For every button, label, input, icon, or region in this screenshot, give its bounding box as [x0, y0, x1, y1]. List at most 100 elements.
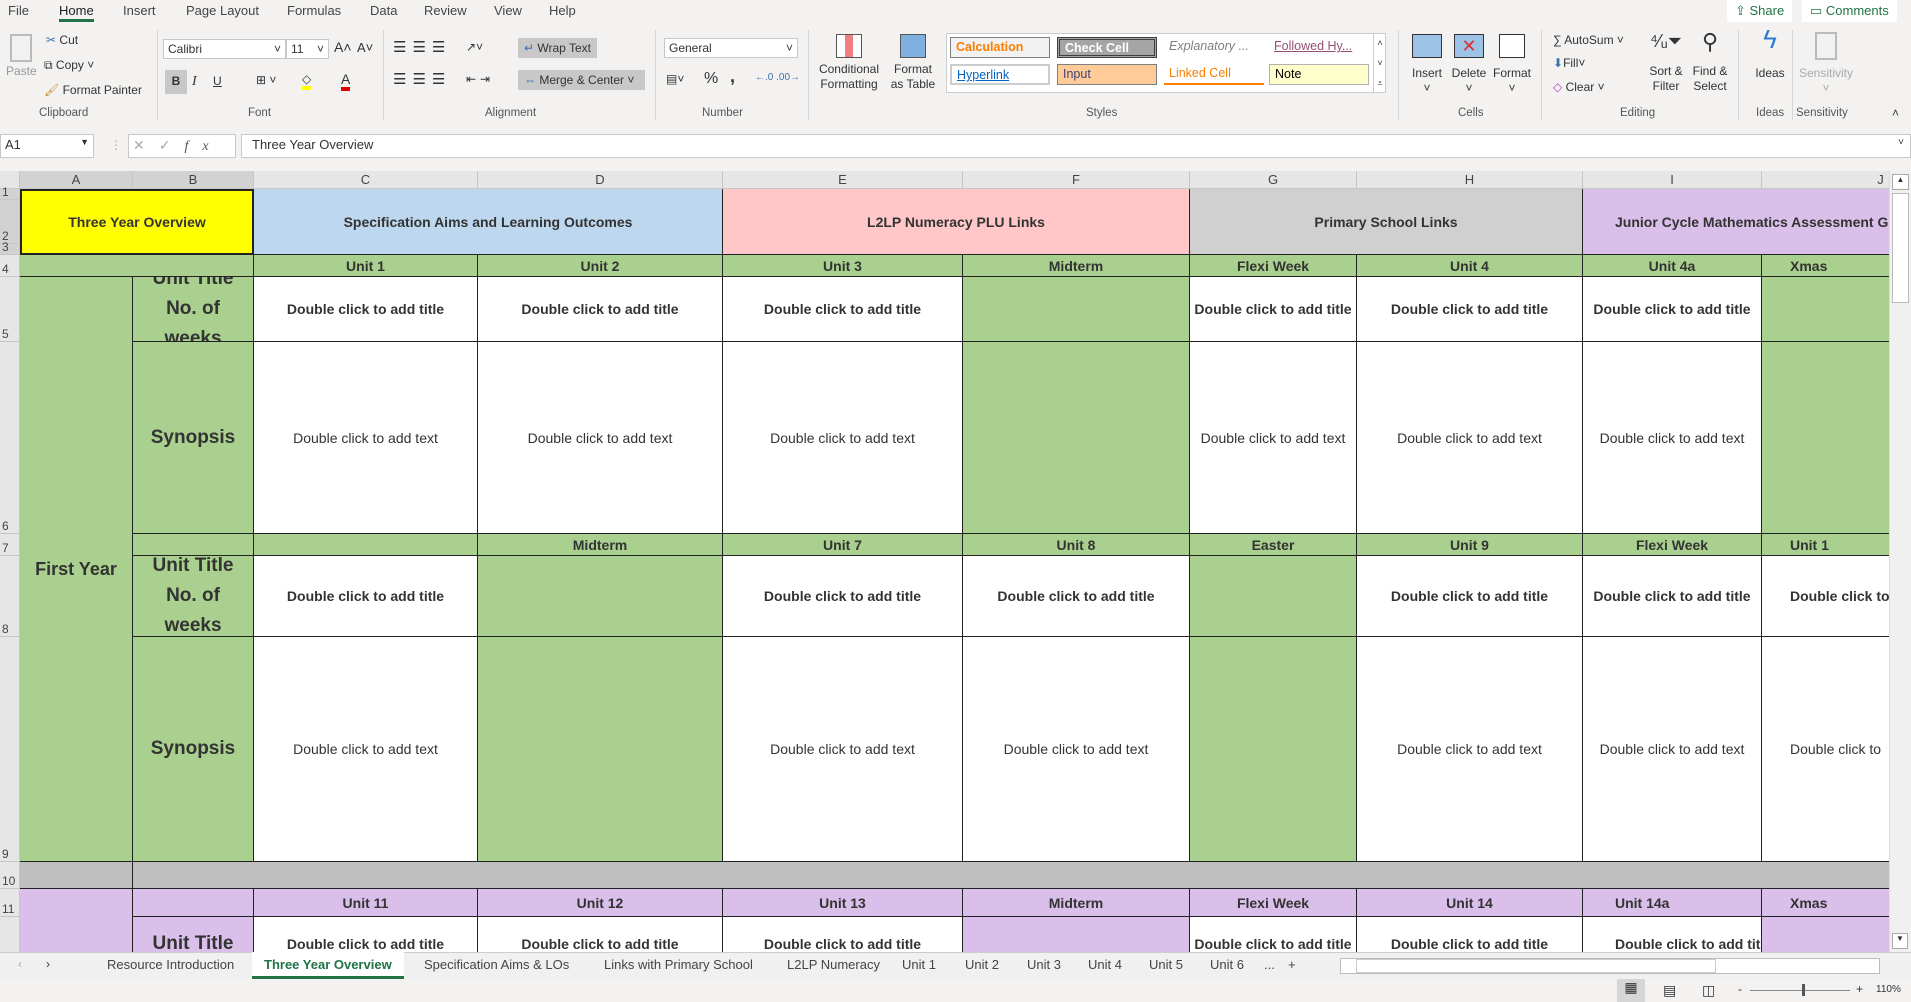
orientation-icon[interactable]: ↗˅ [466, 40, 483, 54]
cell-G5[interactable]: Double click to add title [1190, 277, 1357, 342]
cell-E9[interactable]: Double click to add text [723, 637, 963, 862]
cell-G8[interactable] [1190, 556, 1357, 637]
share-button[interactable]: ⇪ Share [1727, 0, 1793, 22]
cell-G12[interactable]: Double click to add title [1190, 917, 1357, 952]
cell-C7[interactable] [254, 534, 478, 556]
sheet-tab[interactable]: Unit 4 [1088, 957, 1122, 972]
cell-I11[interactable]: Unit 14a [1583, 889, 1762, 917]
zoom-level[interactable]: 110% [1876, 984, 1901, 995]
page-layout-view-icon[interactable]: ▤ [1663, 982, 1676, 999]
conditional-formatting-button[interactable]: Conditional Formatting [814, 34, 884, 92]
cell-G6[interactable]: Double click to add text [1190, 342, 1357, 534]
tab-data[interactable]: Data [370, 3, 397, 18]
column-header-G[interactable]: G [1190, 171, 1357, 189]
cell-B12[interactable]: Unit Title [133, 917, 254, 952]
cell-D9[interactable] [478, 637, 723, 862]
indent-icons[interactable]: ⇤⇥ [466, 72, 494, 86]
cell-C6[interactable]: Double click to add text [254, 342, 478, 534]
cell-E5[interactable]: Double click to add title [723, 277, 963, 342]
cell-E12[interactable]: Double click to add title [723, 917, 963, 952]
copy-button[interactable]: ⧉ Copy ˅ [44, 58, 94, 73]
cell-C12[interactable]: Double click to add title [254, 917, 478, 952]
cell-A1[interactable]: Three Year Overview [20, 189, 254, 255]
cell-I8[interactable]: Double click to add title [1583, 556, 1762, 637]
cell-I7[interactable]: Flexi Week [1583, 534, 1762, 556]
increase-font-icon[interactable]: A˄ [334, 39, 352, 55]
row-header-8[interactable]: 8 [0, 556, 20, 637]
decrease-font-icon[interactable]: A˅ [357, 40, 373, 55]
cell-E1[interactable]: L2LP Numeracy PLU Links [723, 189, 1190, 255]
vertical-align-icons[interactable]: ☰☰☰ [393, 38, 451, 56]
row-header-12[interactable]: 12 [0, 917, 20, 952]
font-color-icon[interactable]: A [341, 71, 351, 91]
cell-J9[interactable]: Double click to [1762, 637, 1889, 862]
style-linked-cell[interactable]: Linked Cell [1164, 64, 1264, 85]
cut-button[interactable]: ✂ Cut [46, 33, 78, 47]
column-header-E[interactable]: E [723, 171, 963, 189]
column-header-F[interactable]: F [963, 171, 1190, 189]
fill-button[interactable]: ⬇Fill˅ [1553, 56, 1585, 70]
tab-review[interactable]: Review [424, 3, 467, 18]
style-input[interactable]: Input [1057, 64, 1157, 85]
column-header-D[interactable]: D [478, 171, 723, 189]
cell-G9[interactable] [1190, 637, 1357, 862]
cell-I1[interactable]: Junior Cycle Mathematics Assessment Gu [1583, 189, 1889, 255]
cell-D7[interactable]: Midterm [478, 534, 723, 556]
scroll-thumb[interactable] [1892, 193, 1909, 303]
cell-D4[interactable]: Unit 2 [478, 255, 723, 277]
function-icon[interactable]: fx [184, 139, 222, 154]
style-hyperlink[interactable]: Hyperlink [950, 64, 1050, 85]
borders-icon[interactable]: ⊞ ˅ [256, 73, 276, 87]
cell-F12[interactable] [963, 917, 1190, 952]
column-header-A[interactable]: A [20, 171, 133, 189]
sheet-tab[interactable]: Unit 2 [965, 957, 999, 972]
cell-G4[interactable]: Flexi Week [1190, 255, 1357, 277]
row-header-11[interactable]: 11 [0, 889, 20, 917]
tab-scroll-left-icon[interactable]: ‹ [18, 957, 22, 971]
cell-B7[interactable] [133, 534, 254, 556]
accounting-format-icon[interactable]: ▤˅ [666, 72, 684, 86]
cell-A11[interactable] [20, 889, 133, 952]
cell-F9[interactable]: Double click to add text [963, 637, 1190, 862]
sheet-tab[interactable]: Specification Aims & LOs [424, 957, 569, 972]
style-note[interactable]: Note [1269, 64, 1369, 85]
tab-home[interactable]: Home [59, 3, 94, 22]
cell-C4[interactable]: Unit 1 [254, 255, 478, 277]
cell-A5[interactable]: First Year [20, 277, 133, 862]
tab-more-button[interactable]: ... [1264, 957, 1275, 972]
comma-button[interactable]: , [730, 66, 735, 87]
bold-button[interactable]: B [165, 70, 187, 94]
cell-E11[interactable]: Unit 13 [723, 889, 963, 917]
paste-button[interactable]: Paste [6, 34, 37, 79]
tab-page-layout[interactable]: Page Layout [186, 3, 259, 18]
column-header-I[interactable]: I [1583, 171, 1762, 189]
row-header-10[interactable]: 10 [0, 862, 20, 889]
cell-E7[interactable]: Unit 7 [723, 534, 963, 556]
tab-help[interactable]: Help [549, 3, 576, 18]
cell-I6[interactable]: Double click to add text [1583, 342, 1762, 534]
sheet-tab[interactable]: L2LP Numeracy [787, 957, 880, 972]
cell-C11[interactable]: Unit 11 [254, 889, 478, 917]
underline-button[interactable]: U [213, 74, 222, 88]
cell-D5[interactable]: Double click to add title [478, 277, 723, 342]
formula-input[interactable]: Three Year Overview ˅ [241, 134, 1911, 158]
delete-cells-button[interactable]: ✕ Delete ˅ [1449, 34, 1489, 96]
sensitivity-button[interactable]: Sensitivity ˅ [1796, 32, 1856, 96]
cell-H9[interactable]: Double click to add text [1357, 637, 1583, 862]
page-break-view-icon[interactable]: ◫ [1702, 982, 1715, 999]
scroll-up-icon[interactable]: ▲ [1892, 174, 1909, 190]
cell-H4[interactable]: Unit 4 [1357, 255, 1583, 277]
column-header-J[interactable]: J [1762, 171, 1889, 189]
horizontal-align-icons[interactable]: ☰☰☰ [393, 70, 451, 88]
cell-C1[interactable]: Specification Aims and Learning Outcomes [254, 189, 723, 255]
column-header-B[interactable]: B [133, 171, 254, 189]
cell-D12[interactable]: Double click to add title [478, 917, 723, 952]
tab-view[interactable]: View [494, 3, 522, 18]
cell-J8[interactable]: Double click to [1762, 556, 1889, 637]
cell-F11[interactable]: Midterm [963, 889, 1190, 917]
cell-F6[interactable] [963, 342, 1190, 534]
cell-C9[interactable]: Double click to add text [254, 637, 478, 862]
row-header-9[interactable]: 9 [0, 637, 20, 862]
scroll-thumb[interactable] [1356, 959, 1716, 973]
cell-B8[interactable]: Unit Title No. of weeks [133, 556, 254, 637]
